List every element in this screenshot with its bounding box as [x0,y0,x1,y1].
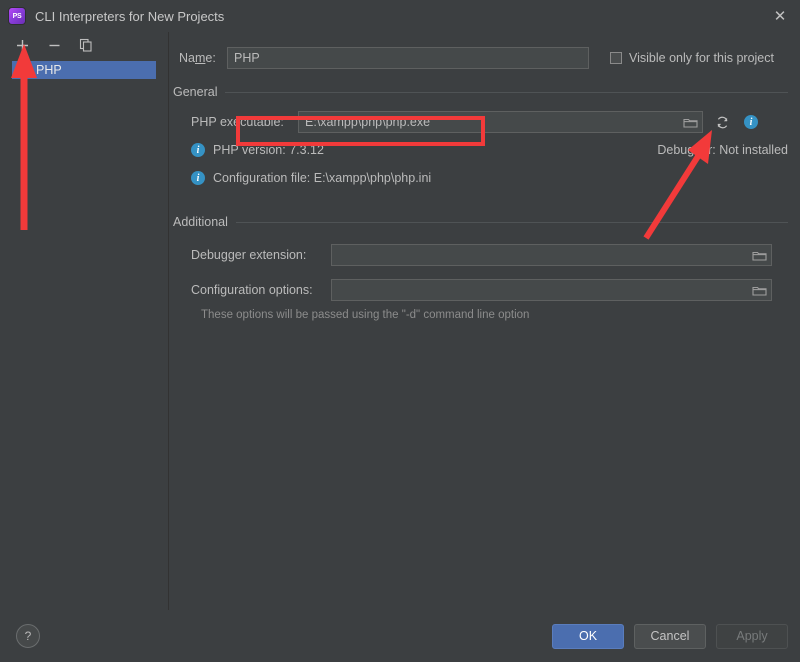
interpreter-list-panel: PHP [0,32,169,610]
remove-interpreter-button[interactable] [45,36,63,54]
php-executable-info-icon[interactable]: i [741,112,761,132]
additional-group-line [235,221,788,223]
additional-group-title: Additional [173,215,228,229]
info-icon: i [191,143,205,157]
ok-button[interactable]: OK [552,623,624,649]
dialog-footer: ? OK Cancel Apply [0,610,800,662]
php-executable-browse-button[interactable] [682,115,698,129]
debugger-status-text: Debugger: Not installed [657,143,788,157]
dialog-titlebar: CLI Interpreters for New Projects ✕ [0,0,800,32]
phpstorm-logo-icon [9,8,25,24]
debugger-extension-input[interactable] [331,244,772,266]
info-icon: i [744,115,758,129]
name-label: Name: [179,51,216,65]
duplicate-interpreter-button[interactable] [77,36,95,54]
visible-only-checkbox[interactable] [610,52,622,64]
add-interpreter-button[interactable] [13,36,31,54]
php-version-row: i PHP version: 7.3.12 Debugger: Not inst… [169,143,788,157]
configuration-options-input[interactable] [331,279,772,301]
refresh-icon[interactable] [712,112,732,132]
debugger-extension-browse-button[interactable] [751,248,767,262]
configuration-options-browse-button[interactable] [751,283,767,297]
configuration-options-label: Configuration options: [191,283,313,297]
interpreter-list[interactable]: PHP [0,61,168,79]
php-executable-value: E:\xampp\php\php.exe [305,115,431,129]
debugger-extension-label: Debugger extension: [191,248,307,262]
general-group-title: General [173,85,218,99]
php-executable-row: PHP executable: E:\xampp\php\php.exe i [169,111,788,133]
configuration-options-hint: These options will be passed using the "… [201,309,530,321]
name-input[interactable]: PHP [227,47,589,69]
help-button[interactable]: ? [16,624,40,648]
general-group-separator: General [169,85,788,99]
configuration-options-row: Configuration options: [169,279,788,301]
name-row: Name: PHP Visible only for this project [169,47,788,69]
php-executable-field[interactable]: E:\xampp\php\php.exe [298,111,703,133]
additional-group-separator: Additional [169,215,788,229]
debugger-extension-row: Debugger extension: [169,244,788,266]
php-version-text: PHP version: 7.3.12 [213,143,324,157]
dialog-title: CLI Interpreters for New Projects [35,8,225,24]
interpreter-details-panel: Name: PHP Visible only for this project … [169,32,800,610]
apply-button: Apply [716,623,788,649]
interpreter-list-toolbar [0,32,168,58]
general-group-line [225,91,788,93]
list-item[interactable]: PHP [12,61,156,79]
close-icon[interactable]: ✕ [768,4,792,28]
dialog-body: PHP Name: PHP Visible only for this proj… [0,32,800,610]
php-executable-label: PHP executable: [191,115,284,129]
visible-only-label: Visible only for this project [629,51,774,65]
configuration-file-text: Configuration file: E:\xampp\php\php.ini [213,171,432,185]
configuration-file-row: i Configuration file: E:\xampp\php\php.i… [169,171,788,185]
info-icon: i [191,171,205,185]
footer-buttons: OK Cancel Apply [552,623,788,649]
visible-only-checkbox-row[interactable]: Visible only for this project [610,51,774,65]
cancel-button[interactable]: Cancel [634,623,706,649]
